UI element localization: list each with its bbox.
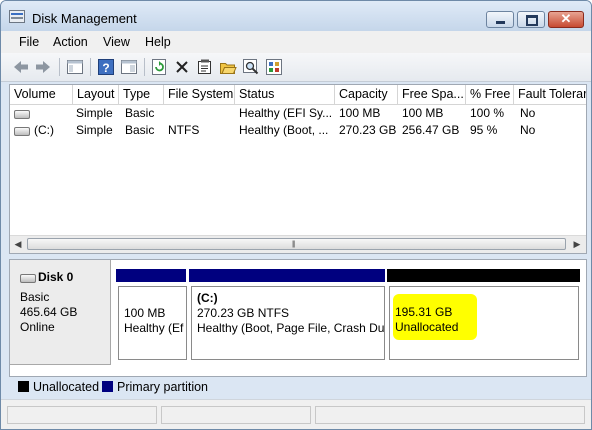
disk-status: Online [20, 320, 55, 334]
search-icon[interactable] [242, 58, 260, 76]
partition-c[interactable]: (C:) 270.23 GB NTFS Healthy (Boot, Page … [191, 286, 385, 360]
menu-action[interactable]: Action [53, 35, 88, 49]
maximize-icon [526, 15, 538, 26]
grip-icon: ||| [292, 241, 296, 248]
show-hide-console-tree-icon[interactable] [66, 58, 84, 76]
cell-fault-tolerance: No [520, 123, 536, 137]
cell-free-space: 256.47 GB [402, 123, 460, 137]
column-header-status[interactable]: Status [235, 85, 335, 104]
partition-size: 100 MB [124, 306, 166, 320]
partition-status: Healthy (Ef [124, 321, 184, 335]
status-segment [7, 406, 157, 424]
minimize-button[interactable] [486, 11, 514, 28]
properties-icon[interactable] [196, 58, 214, 76]
disk-management-window: Disk Management ✕ File Action View Help … [0, 0, 592, 430]
disk-type: Basic [20, 290, 50, 304]
partition-label: Unallocated [395, 320, 459, 334]
export-list-icon[interactable] [265, 58, 283, 76]
partition-efi[interactable]: 100 MB Healthy (Ef [118, 286, 187, 360]
maximize-button[interactable] [517, 11, 545, 28]
menu-file[interactable]: File [19, 35, 39, 49]
column-header-free-space[interactable]: Free Spa... [398, 85, 466, 104]
open-folder-icon[interactable] [219, 58, 237, 76]
title-bar[interactable]: Disk Management ✕ [1, 1, 591, 31]
partition-status: Healthy (Boot, Page File, Crash Dun [197, 321, 385, 335]
menu-view[interactable]: View [103, 35, 130, 49]
table-row[interactable]: (C:) Simple Basic NTFS Healthy (Boot, ..… [10, 122, 586, 138]
cell-layout: Simple [76, 106, 113, 120]
pane-splitter[interactable] [9, 255, 585, 258]
horizontal-scrollbar[interactable]: ◀ ||| ▶ [10, 235, 586, 253]
show-hide-action-pane-icon[interactable] [120, 58, 138, 76]
scrollbar-thumb[interactable]: ||| [27, 238, 566, 250]
back-arrow-icon[interactable] [12, 58, 30, 76]
partition-header-bar [189, 269, 385, 282]
cell-file-system: NTFS [168, 123, 200, 137]
column-header-volume[interactable]: Volume [10, 85, 73, 104]
cell-status: Healthy (EFI Sy... [239, 106, 333, 120]
help-icon[interactable]: ? [97, 58, 115, 76]
partition-size: 195.31 GB [395, 305, 453, 319]
column-header-layout[interactable]: Layout [73, 85, 119, 104]
menu-bar: File Action View Help [1, 31, 591, 53]
table-row[interactable]: Simple Basic Healthy (EFI Sy... 100 MB 1… [10, 105, 586, 121]
scroll-left-icon[interactable]: ◀ [10, 237, 26, 252]
partition-header-bar [116, 269, 186, 282]
forward-arrow-icon[interactable] [34, 58, 52, 76]
scroll-right-icon[interactable]: ▶ [569, 237, 585, 252]
close-button[interactable]: ✕ [548, 11, 584, 28]
toolbar: ? [1, 53, 591, 82]
toolbar-separator [90, 58, 91, 76]
cell-status: Healthy (Boot, ... [239, 123, 329, 137]
minimize-icon [496, 21, 505, 24]
column-header-capacity[interactable]: Capacity [335, 85, 398, 104]
delete-icon[interactable] [173, 58, 191, 76]
legend-unallocated: Unallocated [33, 380, 100, 394]
volume-disk-icon [14, 110, 30, 119]
refresh-icon[interactable] [150, 58, 168, 76]
partition-header-bar [387, 269, 580, 282]
disk-management-app-icon [9, 10, 25, 23]
toolbar-separator [144, 58, 145, 76]
partition-drive-letter: (C:) [197, 291, 218, 305]
volume-disk-icon [14, 127, 30, 136]
primary-partition-swatch [102, 381, 113, 392]
column-header-percent-free[interactable]: % Free [466, 85, 514, 104]
volume-list[interactable]: Volume Layout Type File System Status Ca… [9, 84, 587, 254]
column-header-fault-tolerance[interactable]: Fault Tolerar [514, 85, 586, 104]
status-segment [315, 406, 585, 424]
cell-percent-free: 100 % [470, 106, 505, 120]
menu-help[interactable]: Help [145, 35, 171, 49]
svg-text:?: ? [102, 61, 109, 75]
cell-free-space: 100 MB [402, 106, 444, 120]
close-icon: ✕ [560, 11, 572, 26]
partition-unallocated[interactable]: 195.31 GB Unallocated [389, 286, 579, 360]
window-title: Disk Management [32, 11, 137, 26]
toolbar-separator [59, 58, 60, 76]
cell-type: Basic [125, 106, 155, 120]
cell-volume: (C:) [34, 123, 54, 137]
disk-name: Disk 0 [38, 270, 74, 284]
cell-layout: Simple [76, 123, 113, 137]
status-bar [1, 399, 591, 429]
disk-size: 465.64 GB [20, 305, 78, 319]
column-header-file-system[interactable]: File System [164, 85, 235, 104]
partition-size: 270.23 GB NTFS [197, 306, 290, 320]
cell-capacity: 270.23 GB [339, 123, 397, 137]
cell-percent-free: 95 % [470, 123, 498, 137]
legend-primary-partition: Primary partition [117, 380, 208, 394]
cell-capacity: 100 MB [339, 106, 381, 120]
cell-type: Basic [125, 123, 155, 137]
disk-graphical-view[interactable]: Disk 0 Basic 465.64 GB Online 100 MB Hea… [9, 259, 587, 377]
column-header-type[interactable]: Type [119, 85, 164, 104]
status-segment [161, 406, 311, 424]
disk-icon [20, 274, 36, 283]
cell-fault-tolerance: No [520, 106, 536, 120]
legend: Unallocated Primary partition [9, 377, 585, 397]
disk-0-label[interactable]: Disk 0 Basic 465.64 GB Online [10, 260, 111, 365]
unallocated-swatch [18, 381, 29, 392]
